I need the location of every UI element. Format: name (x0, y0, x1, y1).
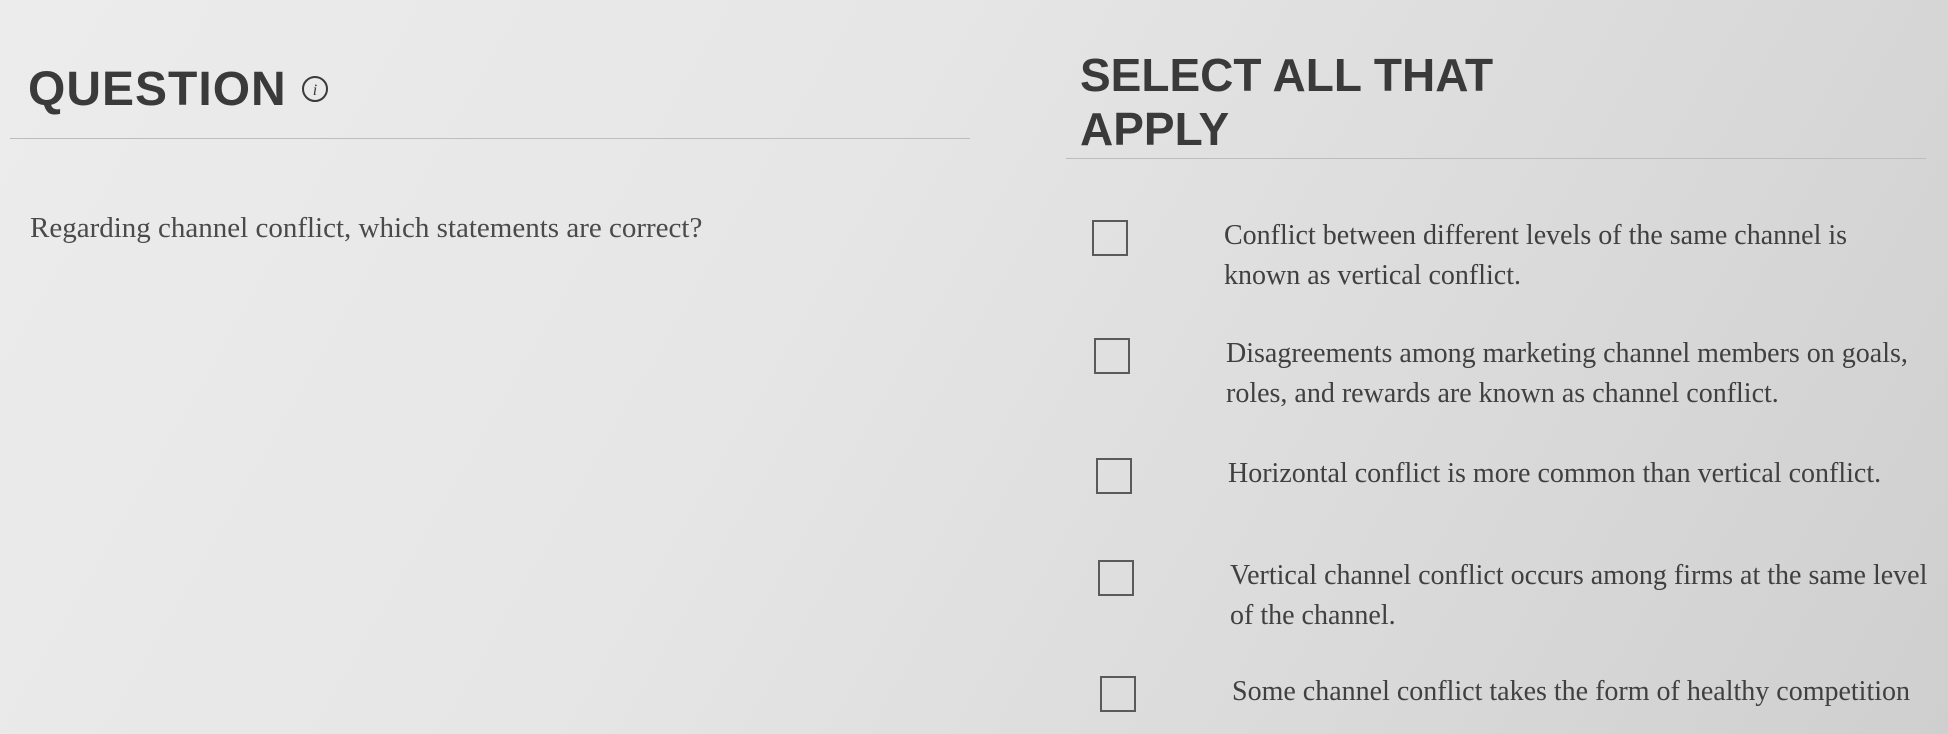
question-header: QUESTION i (28, 62, 968, 117)
answer-option-label[interactable]: Some channel conflict takes the form of … (1232, 672, 1930, 712)
info-icon[interactable]: i (301, 75, 329, 108)
answer-option-label[interactable]: Disagreements among marketing channel me… (1226, 334, 1924, 414)
answer-option-label[interactable]: Horizontal conflict is more common than … (1228, 454, 1926, 494)
question-title: QUESTION (28, 63, 287, 116)
answer-option[interactable]: Some channel conflict takes the form of … (1100, 672, 1930, 712)
answer-option[interactable]: Vertical channel conflict occurs among f… (1098, 556, 1928, 636)
answers-divider (1066, 158, 1926, 159)
svg-text:i: i (312, 82, 316, 99)
answer-option-label[interactable]: Vertical channel conflict occurs among f… (1230, 556, 1928, 636)
answer-option[interactable]: Conflict between different levels of the… (1092, 216, 1922, 296)
question-page: QUESTION i Regarding channel conflict, w… (0, 0, 1948, 734)
answer-checkbox[interactable] (1092, 220, 1128, 256)
answer-option[interactable]: Disagreements among marketing channel me… (1094, 334, 1924, 414)
select-all-header: SELECT ALL THAT APPLY (1080, 49, 1494, 155)
answer-checkbox[interactable] (1098, 560, 1134, 596)
answer-option[interactable]: Horizontal conflict is more common than … (1096, 454, 1926, 494)
answer-checkbox[interactable] (1100, 676, 1136, 712)
answer-option-label[interactable]: Conflict between different levels of the… (1224, 216, 1922, 296)
question-divider (10, 138, 970, 139)
question-text: Regarding channel conflict, which statem… (30, 212, 703, 244)
answer-checkbox[interactable] (1094, 338, 1130, 374)
answer-checkbox[interactable] (1096, 458, 1132, 494)
